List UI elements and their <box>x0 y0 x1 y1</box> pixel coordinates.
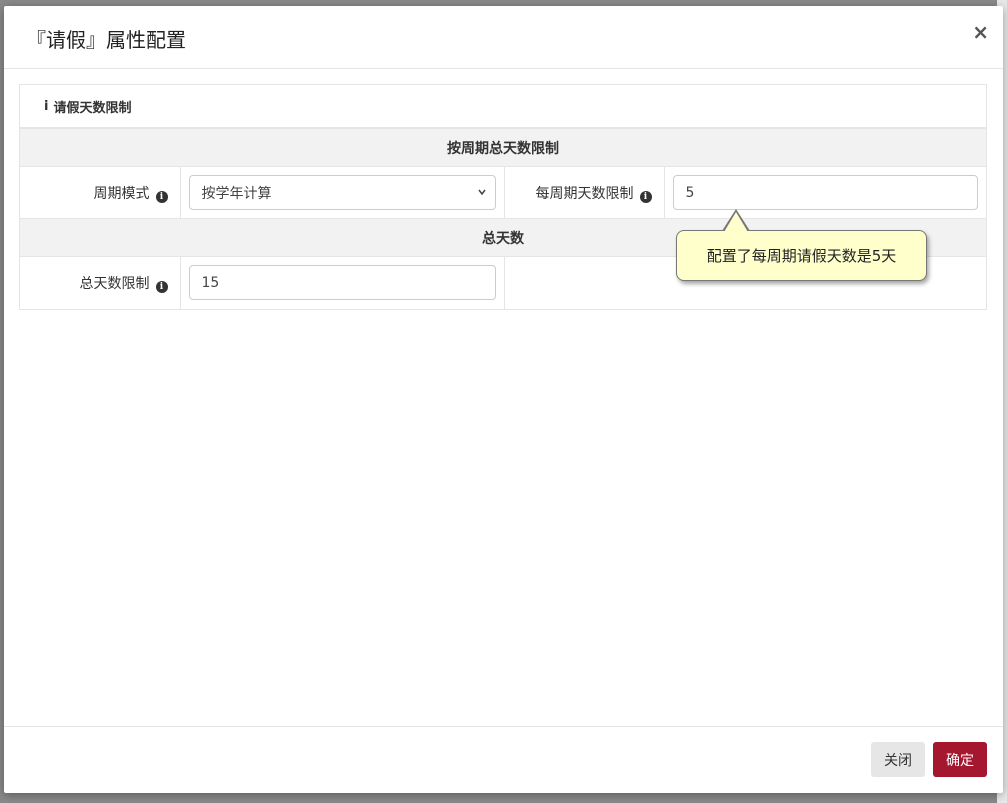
close-icon[interactable]: × <box>972 22 989 42</box>
info-circle-icon[interactable]: i <box>155 280 168 293</box>
panel-heading: i 请假天数限制 <box>20 85 986 128</box>
tooltip-text: 配置了每周期请假天数是5天 <box>706 247 897 265</box>
total-days-value: 15 <box>201 274 220 291</box>
confirm-button[interactable]: 确定 <box>933 742 987 777</box>
per-period-label: 每周期天数限制 <box>535 185 634 202</box>
config-table: 按周期总天数限制 周期模式 i 按学年计算 每周期天数限制 i 5 总天数 总天… <box>20 128 986 309</box>
tooltip-arrow-fill <box>724 212 748 232</box>
period-mode-label-cell: 周期模式 i <box>20 166 181 219</box>
info-circle-icon[interactable]: i <box>155 190 168 203</box>
close-button[interactable]: 关闭 <box>871 742 925 777</box>
field-row-period: 周期模式 i 按学年计算 每周期天数限制 i 5 <box>20 166 986 219</box>
total-label-cell: 总天数限制 i <box>20 256 181 309</box>
hint-tooltip: 配置了每周期请假天数是5天 <box>676 230 927 281</box>
dialog-header: 『请假』属性配置 × <box>4 6 1003 69</box>
total-label: 总天数限制 <box>79 275 150 292</box>
dialog-footer: 关闭 确定 <box>4 726 1003 793</box>
per-period-label-cell: 每周期天数限制 i <box>504 166 665 219</box>
per-period-value: 5 <box>685 184 695 201</box>
section-title-period: 按周期总天数限制 <box>20 128 986 167</box>
section-row-period: 按周期总天数限制 <box>20 128 986 167</box>
period-mode-value: 按学年计算 <box>201 185 272 202</box>
total-days-input[interactable]: 15 <box>188 265 496 301</box>
per-period-cell: 5 <box>664 166 986 219</box>
chevron-down-icon <box>477 186 487 201</box>
dialog-title: 『请假』属性配置 <box>26 28 186 52</box>
config-dialog: 『请假』属性配置 × i 请假天数限制 按周期总天数限制 周期模式 i 按学年计算 <box>4 6 1003 793</box>
panel-heading-label: 请假天数限制 <box>53 100 132 116</box>
info-circle-icon[interactable]: i <box>639 190 652 203</box>
period-mode-cell: 按学年计算 <box>180 166 505 219</box>
per-period-input[interactable]: 5 <box>672 175 978 210</box>
total-cell: 15 <box>180 256 505 309</box>
period-mode-label: 周期模式 <box>93 185 150 202</box>
period-mode-select[interactable]: 按学年计算 <box>188 175 496 210</box>
info-icon: i <box>44 98 49 114</box>
